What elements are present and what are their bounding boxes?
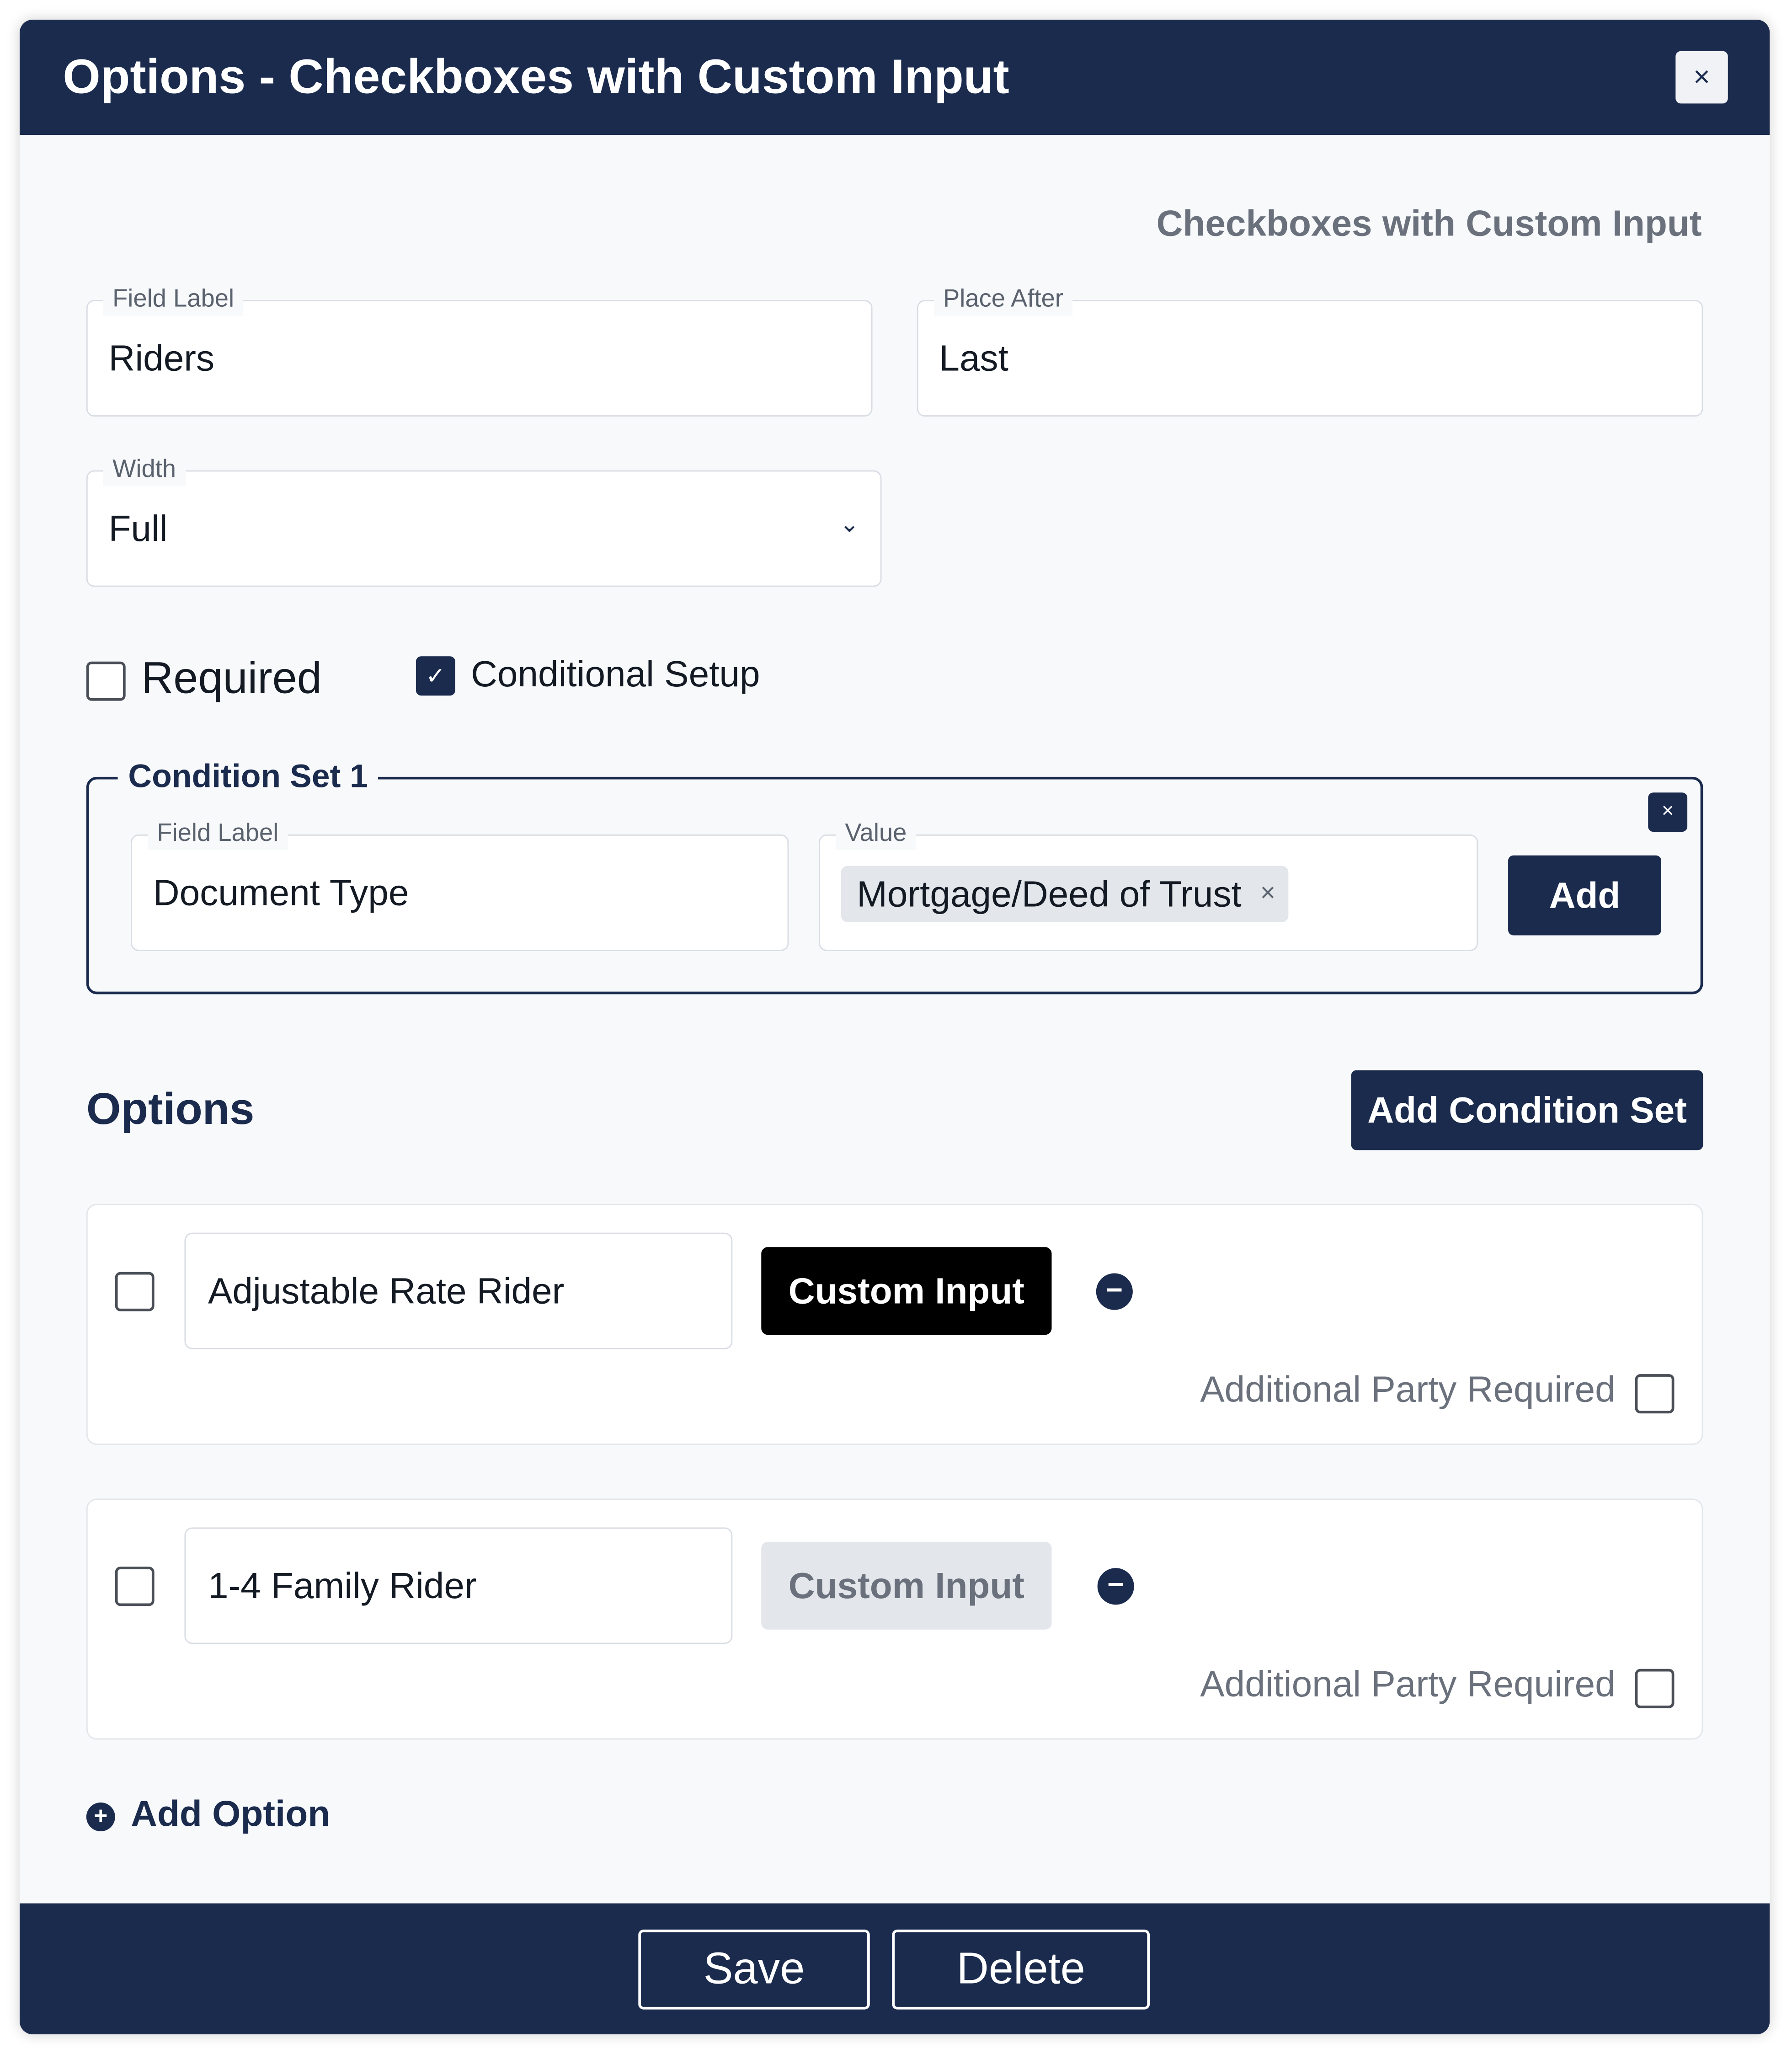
add-option-label: Add Option (131, 1793, 331, 1834)
required-label: Required (141, 653, 322, 704)
custom-input-button[interactable]: Custom Input (761, 1541, 1052, 1630)
add-option-button[interactable]: + Add Option (86, 1791, 330, 1838)
width-select[interactable]: Width Full ⌄ (86, 455, 882, 587)
remove-option-icon[interactable]: − (1096, 1273, 1133, 1310)
place-after-value: Last (939, 338, 1008, 379)
condition-field-label-input[interactable]: Field Label Document Type (131, 818, 789, 951)
additional-party-checkbox[interactable] (1635, 1669, 1675, 1708)
custom-input-button[interactable]: Custom Input (761, 1247, 1052, 1335)
dialog-footer: Save Delete (19, 1903, 1770, 2035)
chip-remove-icon[interactable]: × (1260, 866, 1275, 922)
options-title: Options (86, 1085, 255, 1134)
condition-value-legend: Value (836, 818, 916, 850)
conditional-setup-checkbox[interactable]: ✓ (416, 656, 455, 696)
option-name-input[interactable]: Adjustable Rate Rider (184, 1232, 733, 1349)
option-card: Adjustable Rate Rider Custom Input − Add… (86, 1204, 1703, 1445)
dialog-title: Options - Checkboxes with Custom Input (63, 49, 1009, 104)
conditional-setup-label: Conditional Setup (471, 653, 760, 695)
dialog-header: Options - Checkboxes with Custom Input × (19, 19, 1770, 135)
field-label-legend: Field Label (103, 284, 244, 316)
condition-field-label-value: Document Type (153, 872, 409, 913)
place-after-input[interactable]: Place After Last (917, 284, 1703, 417)
required-checkbox[interactable] (86, 661, 126, 701)
additional-party-label: Additional Party Required (1200, 1664, 1616, 1705)
condition-set-title: Condition Set 1 (117, 755, 379, 798)
additional-party-label: Additional Party Required (1200, 1369, 1616, 1410)
option-name-input[interactable]: 1-4 Family Rider (184, 1527, 733, 1644)
option-checkbox[interactable] (115, 1272, 155, 1311)
remove-condition-set-icon[interactable]: × (1648, 792, 1688, 832)
additional-party-checkbox[interactable] (1635, 1374, 1675, 1414)
plus-circle-icon: + (86, 1802, 115, 1831)
condition-set: Condition Set 1 × Field Label Document T… (86, 755, 1703, 995)
add-condition-button[interactable]: Add (1508, 855, 1661, 936)
option-card: 1-4 Family Rider Custom Input − Addition… (86, 1498, 1703, 1740)
width-value: Full (108, 508, 168, 549)
field-label-value: Riders (108, 338, 215, 379)
value-chip-label: Mortgage/Deed of Trust (857, 873, 1242, 915)
delete-button[interactable]: Delete (892, 1929, 1150, 2010)
remove-option-icon[interactable]: − (1097, 1568, 1134, 1605)
width-legend: Width (103, 455, 186, 486)
options-dialog: Options - Checkboxes with Custom Input ×… (19, 19, 1770, 2035)
chevron-down-icon: ⌄ (839, 511, 859, 537)
value-chip: Mortgage/Deed of Trust × (841, 866, 1289, 922)
condition-field-label-legend: Field Label (148, 818, 288, 850)
check-icon: ✓ (426, 663, 446, 689)
field-label-input[interactable]: Field Label Riders (86, 284, 873, 417)
save-button[interactable]: Save (638, 1929, 870, 2010)
condition-value-input[interactable]: Value Mortgage/Deed of Trust × (819, 818, 1478, 951)
field-type-label: Checkboxes with Custom Input (1156, 203, 1702, 244)
close-icon[interactable]: × (1675, 51, 1728, 104)
option-checkbox[interactable] (115, 1567, 155, 1606)
add-condition-set-button[interactable]: Add Condition Set (1351, 1070, 1703, 1150)
place-after-legend: Place After (933, 284, 1072, 316)
